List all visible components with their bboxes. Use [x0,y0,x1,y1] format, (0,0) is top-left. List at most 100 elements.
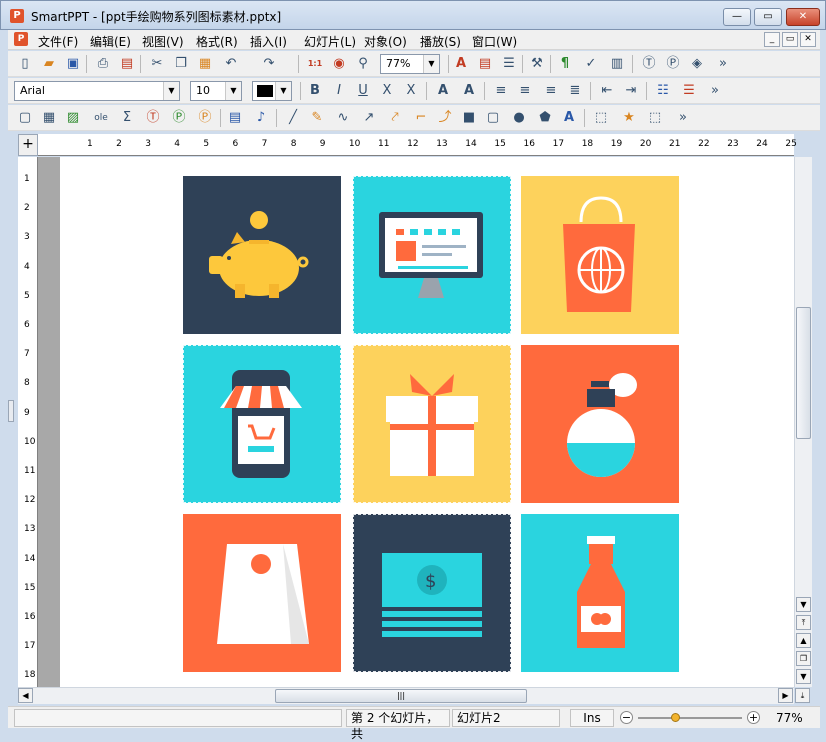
pencil-tool-icon[interactable]: ✎ [308,109,326,127]
numbered-list-icon[interactable]: ☰ [680,82,698,100]
horizontal-scrollbar[interactable]: ◀ ||| ▶ [18,687,794,704]
magnifier-icon[interactable]: ⚲ [354,55,372,73]
scroll-down-button[interactable]: ▼ [796,597,811,612]
film-icon[interactable]: ▤ [226,109,244,127]
menu-object[interactable]: 对象(O) [364,33,407,50]
grow-font-button[interactable]: A [434,82,452,100]
frame-p-icon[interactable]: Ⓟ [196,109,214,127]
first-slide-button[interactable]: ⤒ [796,615,811,630]
zoom-select[interactable]: 77% ▼ [380,54,440,74]
toolbar2-more-button[interactable]: » [706,82,724,100]
wordart-icon[interactable]: A [560,109,578,127]
pilcrow-icon[interactable]: ¶ [556,55,574,73]
color-select[interactable]: ▼ [252,81,292,101]
vertical-scroll-thumb[interactable] [796,307,811,439]
horizontal-scroll-thumb[interactable]: ||| [275,689,527,703]
text-frame-icon[interactable]: Ⓣ [144,109,162,127]
toolbar-more-button[interactable]: » [714,55,732,73]
computer-shop-tile[interactable] [353,176,511,334]
gift-box-tile[interactable] [353,345,511,503]
clear-format-button[interactable]: X [402,82,420,100]
mobile-shop-tile[interactable] [183,345,341,503]
last-slide-button[interactable]: ⤓ [795,688,810,703]
rounded-rect-tool-icon[interactable]: ▢ [484,109,502,127]
paste-icon[interactable]: ▦ [196,55,214,73]
curved-connector-icon[interactable]: ⤴ [436,109,454,127]
layers-icon[interactable]: ◈ [688,55,706,73]
prev-slide-button[interactable]: ▲ [796,633,811,648]
mdi-minimize-button[interactable]: _ [764,32,780,47]
insert-table-icon[interactable]: ▤ [476,55,494,73]
elbow-connector-icon[interactable]: ⌐ [412,109,430,127]
select-tool-icon[interactable]: ⬚ [646,109,664,127]
shopping-bag-tile[interactable] [521,176,679,334]
underline-button[interactable]: U [354,82,372,100]
minimize-button[interactable]: — [723,8,751,26]
splitter-handle[interactable] [8,400,14,422]
star-icon[interactable]: ★ [620,109,638,127]
zoom-slider-knob[interactable] [671,713,680,722]
menu-insert[interactable]: 插入(I) [250,33,287,50]
justify-icon[interactable]: ≣ [566,82,584,100]
mdi-close-button[interactable]: ✕ [800,32,816,47]
page-frame-icon[interactable]: Ⓟ [170,109,188,127]
align-center-icon[interactable]: ≡ [516,82,534,100]
shapes-tool-icon[interactable]: ⬟ [536,109,554,127]
shrink-font-button[interactable]: A [460,82,478,100]
maximize-button[interactable]: ▭ [754,8,782,26]
toolbar3-more-button[interactable]: » [674,109,692,127]
export-pdf-icon[interactable]: ▤ [118,55,136,73]
textbox-icon[interactable]: ▢ [16,109,34,127]
bold-button[interactable]: B [306,82,324,100]
ellipse-tool-icon[interactable]: ● [510,109,528,127]
table-icon[interactable]: ▦ [40,109,58,127]
rectangle-tool-icon[interactable]: ■ [460,109,478,127]
zoom-page-icon[interactable]: ◉ [330,55,348,73]
outline-icon[interactable]: ☰ [500,55,518,73]
ole-object-icon[interactable]: ole [92,109,110,127]
menu-window[interactable]: 窗口(W) [472,33,517,50]
strikethrough-button[interactable]: X [378,82,396,100]
zoom-out-button[interactable]: − [620,711,633,724]
mdi-restore-button[interactable]: ▭ [782,32,798,47]
new-file-icon[interactable]: ▯ [16,55,34,73]
spell-check-icon[interactable]: ✓ [582,55,600,73]
menu-slide[interactable]: 幻灯片(L) [304,33,356,50]
paper-bag-tile[interactable] [183,514,341,672]
zoom-slider[interactable] [638,717,742,719]
slide-canvas[interactable]: $ [38,157,794,687]
next-slide-button[interactable]: ▼ [796,669,811,684]
menu-file[interactable]: 文件(F) [38,33,78,50]
open-folder-icon[interactable]: ▰ [40,55,58,73]
ruler-corner-button[interactable]: + [18,134,38,156]
menu-edit[interactable]: 编辑(E) [90,33,131,50]
slide-list-button[interactable]: ❐ [796,651,811,666]
line-tool-icon[interactable]: ╱ [284,109,302,127]
chart-icon[interactable]: ▥ [608,55,626,73]
audio-icon[interactable]: ♪ [252,109,270,127]
increase-indent-icon[interactable]: ⇥ [622,82,640,100]
scroll-left-button[interactable]: ◀ [18,688,33,703]
align-right-icon[interactable]: ≡ [542,82,560,100]
font-size-select[interactable]: 10 ▼ [190,81,242,101]
formula-icon[interactable]: Σ [118,109,136,127]
copy-icon[interactable]: ❐ [172,55,190,73]
cut-icon[interactable]: ✂ [148,55,166,73]
scroll-right-button[interactable]: ▶ [778,688,793,703]
template-p-icon[interactable]: Ⓟ [664,55,682,73]
bullet-list-icon[interactable]: ☷ [654,82,672,100]
format-painter-icon[interactable]: ⚒ [528,55,546,73]
text-color-icon[interactable]: A [452,55,470,73]
actual-size-icon[interactable]: 1:1 [306,55,324,73]
picture-icon[interactable]: ▨ [64,109,82,127]
group-icon[interactable]: ⬚ [592,109,610,127]
redo-icon[interactable]: ↷ [260,55,278,73]
sauce-bottle-tile[interactable] [521,514,679,672]
curve-tool-icon[interactable]: ∿ [334,109,352,127]
print-icon[interactable]: ⎙ [94,55,112,73]
font-family-select[interactable]: Arial ▼ [14,81,180,101]
connector-icon[interactable]: ⤤ [386,109,404,127]
menu-view[interactable]: 视图(V) [142,33,184,50]
zoom-in-button[interactable]: + [747,711,760,724]
italic-button[interactable]: I [330,82,348,100]
